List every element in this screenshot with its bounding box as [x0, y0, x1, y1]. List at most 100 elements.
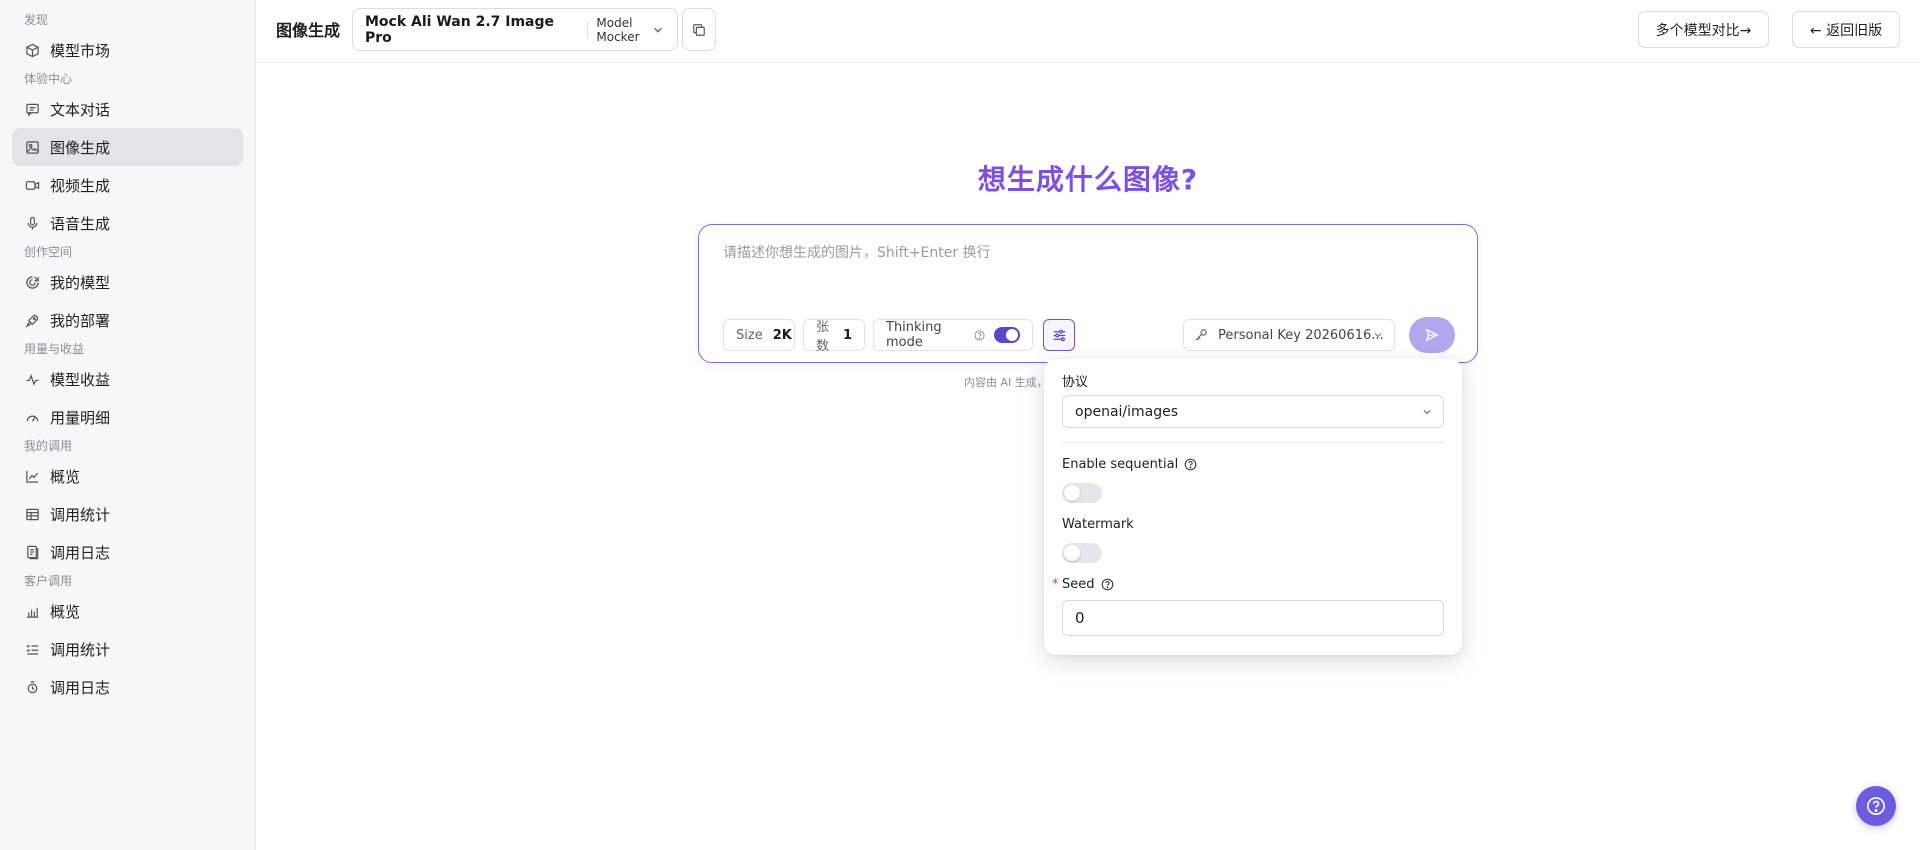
sidebar-section-title: 用量与收益 — [24, 342, 85, 356]
seed-label: Seed — [1062, 577, 1095, 592]
gauge-icon — [24, 409, 40, 425]
protocol-value: openai/images — [1075, 403, 1179, 420]
mic-icon — [24, 215, 40, 231]
size-chip[interactable]: Size 2K — [723, 319, 795, 351]
sidebar-item-my-models[interactable]: 我的模型 — [12, 263, 243, 301]
size-label: Size — [736, 327, 763, 343]
sidebar-item-model-earnings[interactable]: 模型收益 — [12, 360, 243, 398]
sidebar-item-client-overview[interactable]: 概览 — [12, 592, 243, 630]
sidebar-item-label: 概览 — [50, 602, 81, 621]
sidebar-item-label: 文本对话 — [50, 100, 111, 119]
thinking-mode-toggle[interactable] — [994, 327, 1021, 343]
seed-input[interactable] — [1062, 600, 1444, 636]
enable-sequential-field: Enable sequential — [1062, 457, 1197, 472]
sidebar-item-usage-details[interactable]: 用量明细 — [12, 398, 243, 436]
api-key-select[interactable]: Personal Key 20260616... — [1183, 319, 1395, 351]
model-separator — [587, 21, 589, 38]
log-icon — [24, 544, 40, 560]
thinking-mode-chip: Thinking mode — [873, 319, 1033, 351]
protocol-select[interactable]: openai/images — [1062, 395, 1444, 428]
sidebar-item-label: 语音生成 — [50, 214, 111, 233]
bar-chart-icon — [24, 603, 40, 619]
protocol-label: 协议 — [1062, 375, 1089, 390]
sidebar-section-title: 体验中心 — [24, 72, 73, 86]
sidebar-item-audio-generation[interactable]: 语音生成 — [12, 204, 243, 242]
sidebar-item-label: 模型市场 — [50, 41, 111, 60]
advanced-settings-button[interactable] — [1043, 319, 1075, 351]
seed-field: * Seed — [1052, 577, 1114, 592]
model-select[interactable]: Mock Ali Wan 2.7 Image Pro Model Mocker — [352, 8, 678, 51]
advanced-settings-popover: 协议 openai/images Enable sequential Water… — [1044, 359, 1462, 655]
sidebar-item-label: 调用统计 — [50, 505, 111, 524]
sidebar-item-label: 调用日志 — [50, 678, 111, 697]
rocket-icon — [24, 312, 40, 328]
chevron-down-icon — [654, 27, 662, 33]
sidebar-item-video-generation[interactable]: 视频生成 — [12, 166, 243, 204]
activity-icon — [24, 371, 40, 387]
send-button[interactable] — [1409, 317, 1455, 353]
sidebar-item-label: 模型收益 — [50, 370, 111, 389]
log-alt-icon — [24, 679, 40, 695]
sidebar-item-label: 调用统计 — [50, 640, 111, 659]
line-chart-icon — [24, 468, 40, 484]
sidebar-section-title: 客户调用 — [24, 574, 73, 588]
sidebar-item-client-call-stats[interactable]: 调用统计 — [12, 630, 243, 668]
prompt-input[interactable] — [723, 245, 1363, 261]
sidebar-item-label: 用量明细 — [50, 408, 111, 427]
send-icon — [1425, 328, 1439, 342]
help-circle-icon[interactable] — [974, 329, 985, 342]
help-circle-icon — [1867, 797, 1885, 815]
sidebar-item-label: 我的部署 — [50, 311, 111, 330]
video-icon — [24, 177, 40, 193]
enable-sequential-toggle[interactable] — [1062, 483, 1102, 503]
sidebar-item-label: 视频生成 — [50, 176, 111, 195]
sliders-icon — [1053, 329, 1065, 341]
count-label: 张数 — [816, 320, 830, 354]
chat-icon — [24, 101, 40, 117]
help-button[interactable] — [1856, 786, 1896, 826]
back-to-old-version-button[interactable]: ← 返回旧版 — [1792, 11, 1900, 48]
help-circle-icon[interactable] — [1184, 458, 1197, 471]
count-value: 1 — [842, 327, 852, 343]
page-title: 图像生成 — [276, 21, 341, 40]
sidebar-item-label: 图像生成 — [50, 138, 111, 157]
copy-button[interactable] — [682, 8, 716, 51]
sidebar-item-my-call-stats[interactable]: 调用统计 — [12, 495, 243, 533]
sidebar-item-label: 我的模型 — [50, 273, 111, 292]
sidebar-item-model-market[interactable]: 模型市场 — [12, 31, 243, 69]
api-key-label: Personal Key 20260616... — [1218, 327, 1384, 343]
required-asterisk: * — [1052, 577, 1059, 592]
chevron-down-icon — [1423, 410, 1431, 415]
sidebar-item-my-overview[interactable]: 概览 — [12, 457, 243, 495]
sidebar-section-title: 创作空间 — [24, 245, 73, 259]
sidebar-item-client-call-logs[interactable]: 调用日志 — [12, 668, 243, 706]
sidebar-section-title: 发现 — [24, 13, 49, 27]
sidebar: 发现 模型市场 体验中心 文本对话 图像生成 视频生成 语音生成 创作空间 我的… — [0, 0, 256, 850]
model-icon — [24, 274, 40, 290]
sidebar-item-label: 概览 — [50, 467, 81, 486]
prompt-composer: Size 2K 张数 1 Thinking mode Personal Key … — [698, 224, 1478, 363]
help-circle-icon[interactable] — [1101, 578, 1114, 591]
sidebar-item-my-deployments[interactable]: 我的部署 — [12, 301, 243, 339]
key-icon — [1195, 329, 1207, 341]
table-icon — [24, 506, 40, 522]
watermark-toggle[interactable] — [1062, 543, 1102, 563]
count-chip[interactable]: 张数 1 — [803, 319, 865, 354]
sidebar-item-image-generation[interactable]: 图像生成 — [12, 128, 243, 166]
hero-title: 想生成什么图像? — [977, 163, 1199, 196]
list-check-icon — [24, 641, 40, 657]
sidebar-item-label: 调用日志 — [50, 543, 111, 562]
sidebar-item-my-call-logs[interactable]: 调用日志 — [12, 533, 243, 571]
size-value: 2K — [772, 327, 792, 343]
sidebar-section-title: 我的调用 — [24, 439, 73, 453]
top-header: 图像生成 Mock Ali Wan 2.7 Image Pro Model Mo… — [256, 0, 1920, 63]
thinking-mode-label: Thinking mode — [886, 320, 942, 350]
compare-models-button[interactable]: 多个模型对比→ — [1638, 11, 1769, 48]
ai-disclaimer: 内容由 AI 生成， — [964, 376, 1048, 389]
model-name: Mock Ali Wan 2.7 Image Pro — [365, 13, 555, 46]
sidebar-item-text-chat[interactable]: 文本对话 — [12, 90, 243, 128]
box-icon — [24, 42, 40, 58]
chevron-down-icon — [1374, 333, 1382, 338]
divider — [1062, 442, 1444, 443]
watermark-label: Watermark — [1062, 517, 1134, 532]
